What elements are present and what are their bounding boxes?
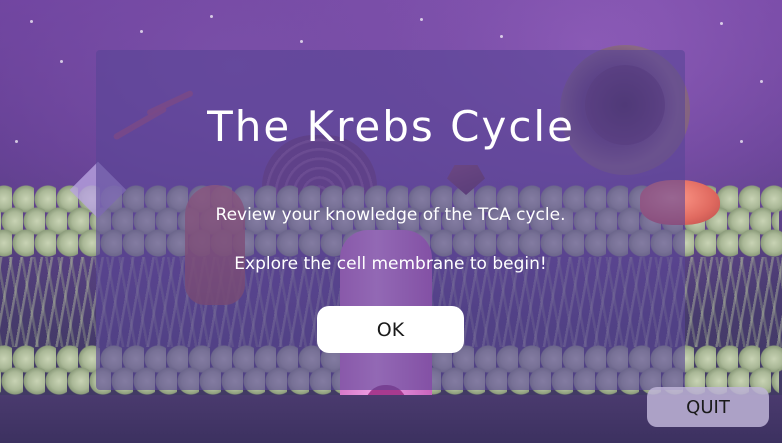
quit-button[interactable]: QUIT — [647, 387, 769, 427]
sparkle — [420, 18, 423, 21]
sparkle — [30, 20, 33, 23]
sparkle — [500, 35, 503, 38]
sparkle — [140, 30, 143, 33]
dialog-title: The Krebs Cycle — [207, 102, 575, 151]
dialog-text-review: Review your knowledge of the TCA cycle. — [215, 205, 566, 225]
sparkle — [60, 60, 63, 63]
sparkle — [720, 22, 723, 25]
sparkle — [300, 40, 303, 43]
sparkle — [760, 80, 763, 83]
ok-button[interactable]: OK — [317, 306, 464, 353]
game-scene: The Krebs Cycle Review your knowledge of… — [0, 0, 782, 443]
dialog-text-explore: Explore the cell membrane to begin! — [234, 254, 547, 274]
sparkle — [210, 15, 213, 18]
